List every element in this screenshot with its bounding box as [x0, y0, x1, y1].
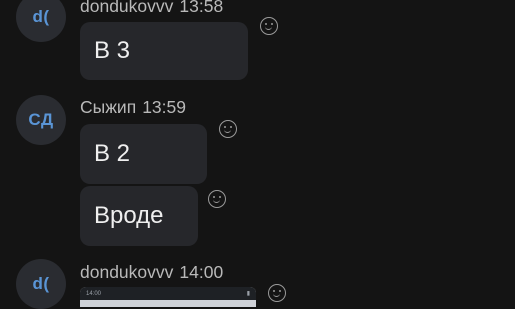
chat-message-list: d( dondukovvv 13:58 В 3 СД Сыжип 13:59 В 2… [0, 0, 515, 309]
message-time: 13:59 [142, 97, 186, 117]
smiley-reaction-icon[interactable] [268, 284, 286, 302]
avatar[interactable]: d( [16, 259, 66, 309]
message-bubble[interactable]: В 2 [80, 124, 207, 184]
attachment-status-bar: 14:00 ▮ [80, 287, 256, 300]
smiley-reaction-icon[interactable] [260, 17, 278, 35]
image-attachment[interactable]: 14:00 ▮ [80, 287, 256, 307]
message-time: 14:00 [179, 262, 224, 282]
message-bubble[interactable]: Вроде [80, 186, 198, 246]
author-name[interactable]: Сыжип [80, 97, 136, 117]
smiley-reaction-icon[interactable] [219, 120, 237, 138]
author-name[interactable]: dondukovvv [80, 0, 173, 16]
author-name[interactable]: dondukovvv [80, 262, 173, 282]
message-header: dondukovvv 13:58 [80, 0, 223, 17]
message-header: dondukovvv 14:00 [80, 262, 223, 283]
message-time: 13:58 [179, 0, 224, 16]
avatar[interactable]: d( [16, 0, 66, 42]
message-bubble[interactable]: В 3 [80, 22, 248, 80]
message-header: Сыжип 13:59 [80, 97, 186, 118]
avatar[interactable]: СД [16, 95, 66, 145]
smiley-reaction-icon[interactable] [208, 190, 226, 208]
attachment-status-icons: ▮ [246, 291, 250, 297]
attachment-status-time: 14:00 [86, 290, 102, 297]
